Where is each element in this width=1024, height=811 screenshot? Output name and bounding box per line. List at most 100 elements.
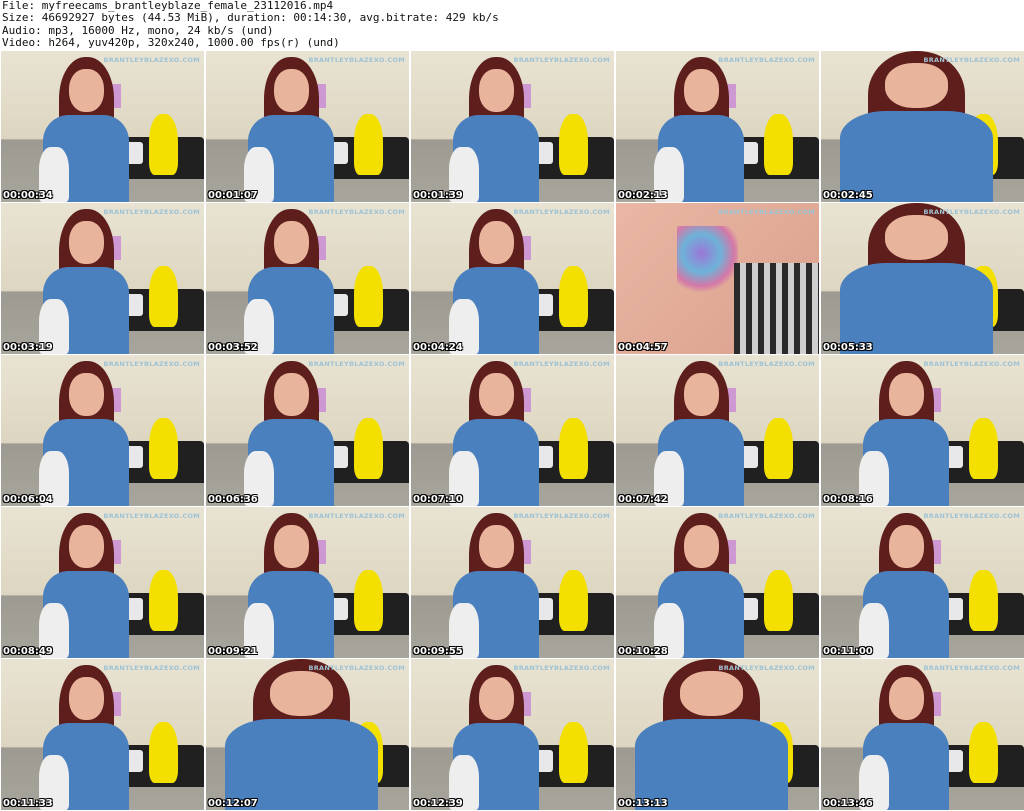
chair-back <box>733 263 819 354</box>
denim-shirt <box>839 263 994 354</box>
face <box>888 372 924 417</box>
video-thumbnail: BRANTLEYBLAZEXO.COM 00:12:39 <box>411 659 614 810</box>
watermark: BRANTLEYBLAZEXO.COM <box>923 56 1020 64</box>
face <box>884 63 948 109</box>
person <box>653 361 750 506</box>
video-thumbnail: BRANTLEYBLAZEXO.COM 00:01:39 <box>411 51 614 202</box>
banana-plush <box>354 114 383 175</box>
person <box>243 361 340 506</box>
person <box>858 513 955 658</box>
person <box>448 209 545 354</box>
person <box>858 361 955 506</box>
face <box>273 68 309 113</box>
thumbnail-timestamp: 00:01:39 <box>413 190 463 201</box>
watermark: BRANTLEYBLAZEXO.COM <box>718 512 815 520</box>
watermark: BRANTLEYBLAZEXO.COM <box>103 56 200 64</box>
denim-shirt <box>634 719 789 810</box>
watermark: BRANTLEYBLAZEXO.COM <box>103 512 200 520</box>
banana-plush <box>559 570 588 631</box>
watermark: BRANTLEYBLAZEXO.COM <box>308 56 405 64</box>
face <box>478 68 514 113</box>
thumbnail-timestamp: 00:02:45 <box>823 190 873 201</box>
watermark: BRANTLEYBLAZEXO.COM <box>103 208 200 216</box>
thumbnail-timestamp: 00:10:28 <box>618 646 668 657</box>
banana-plush <box>559 722 588 783</box>
person <box>448 513 545 658</box>
video-info-header: File: myfreecams_brantleyblaze_female_23… <box>2 0 499 50</box>
thumbnail-timestamp: 00:01:07 <box>208 190 258 201</box>
banana-plush <box>559 266 588 327</box>
video-thumbnail: BRANTLEYBLAZEXO.COM 00:02:13 <box>616 51 819 202</box>
banana-plush <box>764 114 793 175</box>
watermark: BRANTLEYBLAZEXO.COM <box>923 664 1020 672</box>
person <box>243 513 340 658</box>
video-thumbnail: BRANTLEYBLAZEXO.COM 00:00:34 <box>1 51 204 202</box>
face <box>683 524 719 569</box>
thumbnail-timestamp: 00:12:39 <box>413 798 463 809</box>
thumbnail-timestamp: 00:12:07 <box>208 798 258 809</box>
thumbnail-timestamp: 00:03:19 <box>3 342 53 353</box>
thumbnail-timestamp: 00:05:33 <box>823 342 873 353</box>
video-thumbnail: BRANTLEYBLAZEXO.COM 00:13:13 <box>616 659 819 810</box>
video-thumbnail: BRANTLEYBLAZEXO.COM 00:12:07 <box>206 659 409 810</box>
banana-plush <box>764 570 793 631</box>
watermark: BRANTLEYBLAZEXO.COM <box>923 208 1020 216</box>
video-thumbnail: BRANTLEYBLAZEXO.COM 00:04:24 <box>411 203 614 354</box>
person <box>829 51 1004 202</box>
face <box>888 524 924 569</box>
watermark: BRANTLEYBLAZEXO.COM <box>718 664 815 672</box>
thumbnail-timestamp: 00:08:16 <box>823 494 873 505</box>
thumbnail-timestamp: 00:06:04 <box>3 494 53 505</box>
video-thumbnail: BRANTLEYBLAZEXO.COM 00:02:45 <box>821 51 1024 202</box>
banana-plush <box>149 570 178 631</box>
face <box>478 220 514 265</box>
face <box>273 220 309 265</box>
face <box>68 372 104 417</box>
face <box>884 215 948 261</box>
thumbnail-timestamp: 00:08:49 <box>3 646 53 657</box>
denim-shirt <box>224 719 379 810</box>
watermark: BRANTLEYBLAZEXO.COM <box>513 664 610 672</box>
person <box>214 659 389 810</box>
thumbnail-timestamp: 00:07:10 <box>413 494 463 505</box>
thumbnail-timestamp: 00:11:00 <box>823 646 873 657</box>
person <box>829 203 1004 354</box>
person <box>448 57 545 202</box>
thumbnail-timestamp: 00:00:34 <box>3 190 53 201</box>
watermark: BRANTLEYBLAZEXO.COM <box>103 664 200 672</box>
video-info-line: Video: h264, yuv420p, 320x240, 1000.00 f… <box>2 36 340 50</box>
person <box>858 665 955 810</box>
face <box>679 671 743 717</box>
video-thumbnail: BRANTLEYBLAZEXO.COM 00:04:57 <box>616 203 819 354</box>
face <box>683 68 719 113</box>
banana-plush <box>149 114 178 175</box>
face <box>478 524 514 569</box>
thumbnail-timestamp: 00:03:52 <box>208 342 258 353</box>
person <box>38 57 135 202</box>
thumbnail-timestamp: 00:04:57 <box>618 342 668 353</box>
watermark: BRANTLEYBLAZEXO.COM <box>103 360 200 368</box>
hummingbird-tattoo <box>676 225 738 294</box>
watermark: BRANTLEYBLAZEXO.COM <box>513 56 610 64</box>
video-thumbnail: BRANTLEYBLAZEXO.COM 00:03:52 <box>206 203 409 354</box>
watermark: BRANTLEYBLAZEXO.COM <box>718 56 815 64</box>
person <box>38 209 135 354</box>
person <box>448 361 545 506</box>
banana-plush <box>354 266 383 327</box>
file-size-line: Size: 46692927 bytes (44.53 MiB), durati… <box>2 11 499 25</box>
banana-plush <box>969 722 998 783</box>
video-thumbnail: BRANTLEYBLAZEXO.COM 00:08:16 <box>821 355 1024 506</box>
banana-plush <box>969 418 998 479</box>
watermark: BRANTLEYBLAZEXO.COM <box>308 664 405 672</box>
person <box>38 513 135 658</box>
thumbnail-timestamp: 00:13:13 <box>618 798 668 809</box>
video-thumbnail: BRANTLEYBLAZEXO.COM 00:03:19 <box>1 203 204 354</box>
denim-shirt <box>839 111 994 202</box>
thumbnail-grid: BRANTLEYBLAZEXO.COM 00:00:34 BRANTLEYBLAZE… <box>1 51 1024 810</box>
thumbnail-timestamp: 00:07:42 <box>618 494 668 505</box>
watermark: BRANTLEYBLAZEXO.COM <box>718 360 815 368</box>
banana-plush <box>969 570 998 631</box>
face <box>888 676 924 721</box>
banana-plush <box>354 570 383 631</box>
face <box>478 372 514 417</box>
